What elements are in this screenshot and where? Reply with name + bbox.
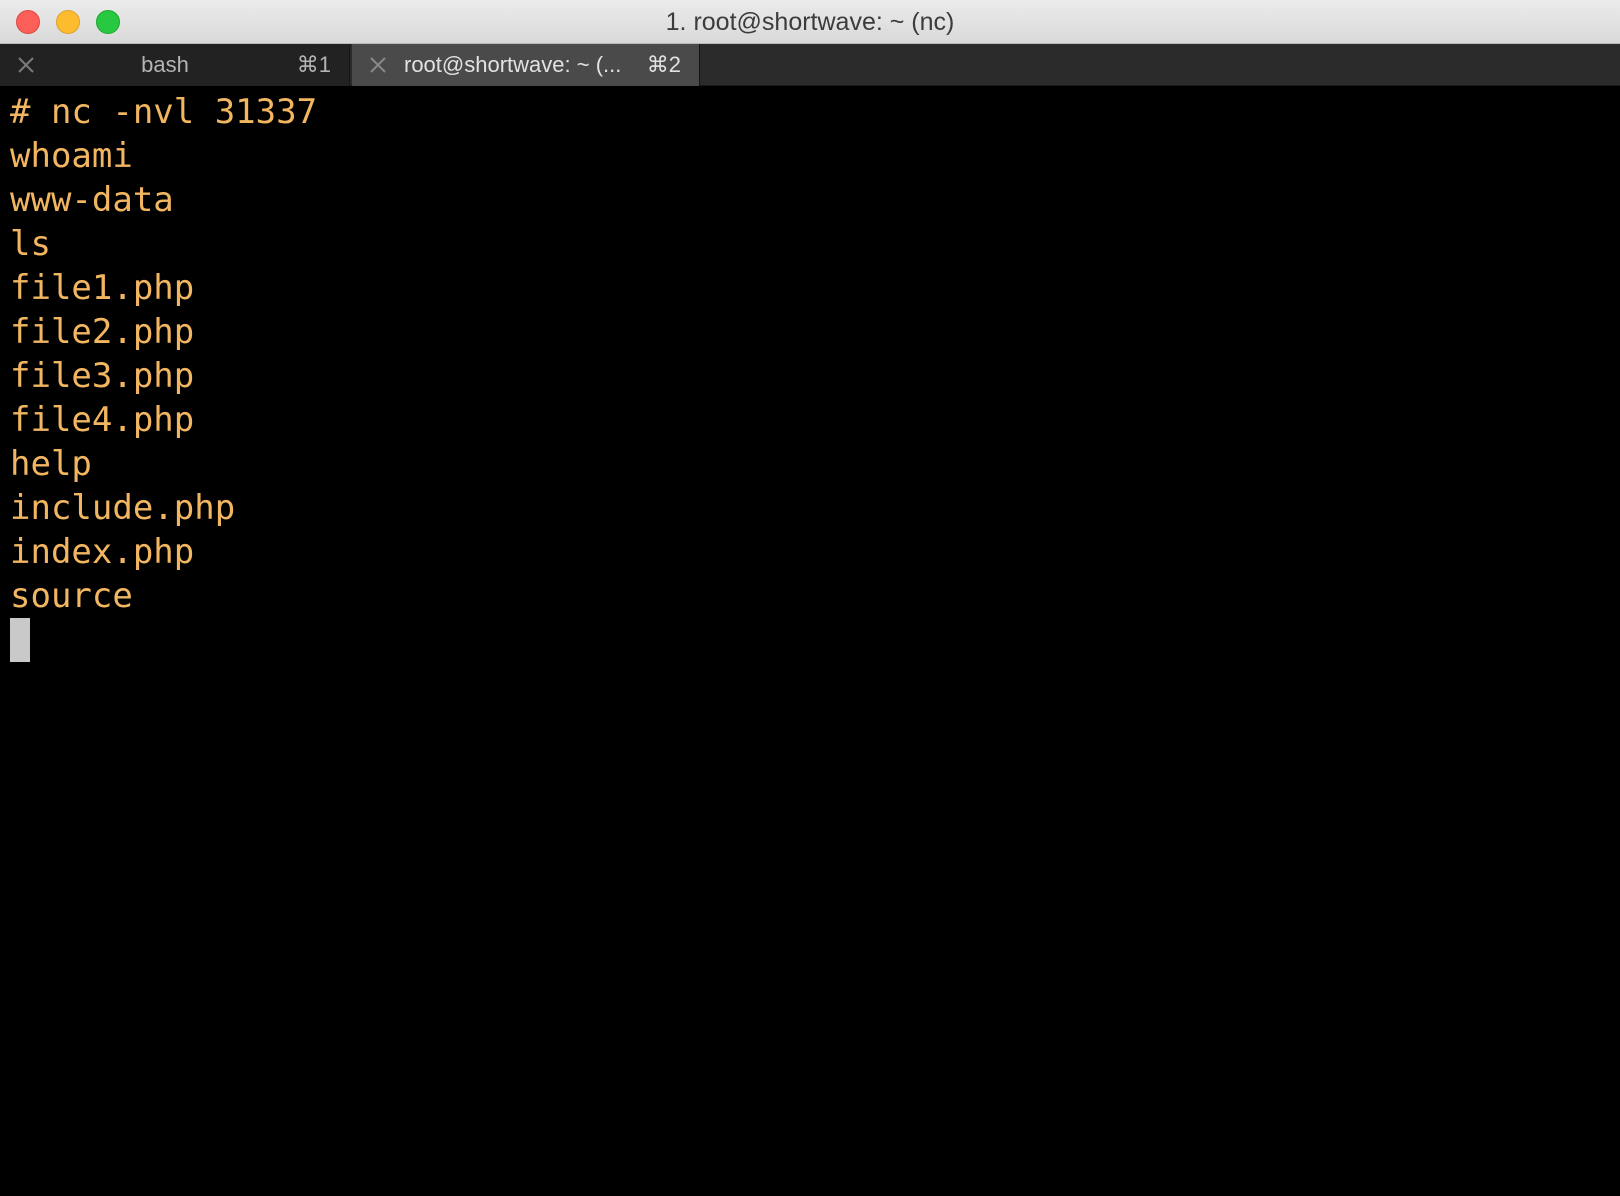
terminal-line: www-data — [10, 180, 174, 220]
tab-label: bash — [141, 52, 189, 77]
tab-bash[interactable]: bash ⌘1 — [0, 44, 350, 86]
close-icon[interactable] — [14, 53, 38, 77]
terminal-line: file3.php — [10, 356, 195, 396]
terminal-window: 1. root@shortwave: ~ (nc) bash ⌘1 root@s… — [0, 0, 1620, 1196]
terminal-line: whoami — [10, 136, 133, 176]
terminal-output[interactable]: # nc -nvl 31337 whoami www-data ls file1… — [10, 90, 1610, 1190]
close-icon[interactable] — [366, 53, 390, 77]
tab-shortcut: ⌘2 — [646, 52, 681, 77]
terminal-line: file2.php — [10, 312, 195, 352]
terminal-line: # nc -nvl 31337 — [10, 92, 318, 132]
tab-bar: bash ⌘1 root@shortwave: ~ (... ⌘2 — [0, 44, 1620, 86]
terminal-line: index.php — [10, 532, 195, 572]
tab-label: root@shortwave: ~ (... — [404, 52, 622, 77]
tab-root-shortwave[interactable]: root@shortwave: ~ (... ⌘2 — [352, 44, 700, 86]
tab-shortcut: ⌘1 — [296, 52, 331, 77]
title-bar[interactable]: 1. root@shortwave: ~ (nc) — [0, 0, 1620, 44]
terminal-line: source — [10, 576, 133, 616]
terminal-cursor — [10, 618, 30, 662]
window-title: 1. root@shortwave: ~ (nc) — [665, 8, 955, 36]
terminal-line: include.php — [10, 488, 236, 528]
terminal-line: ls — [10, 224, 51, 264]
terminal-line: file4.php — [10, 400, 195, 440]
terminal-line: file1.php — [10, 268, 195, 308]
terminal-line: help — [10, 444, 92, 484]
